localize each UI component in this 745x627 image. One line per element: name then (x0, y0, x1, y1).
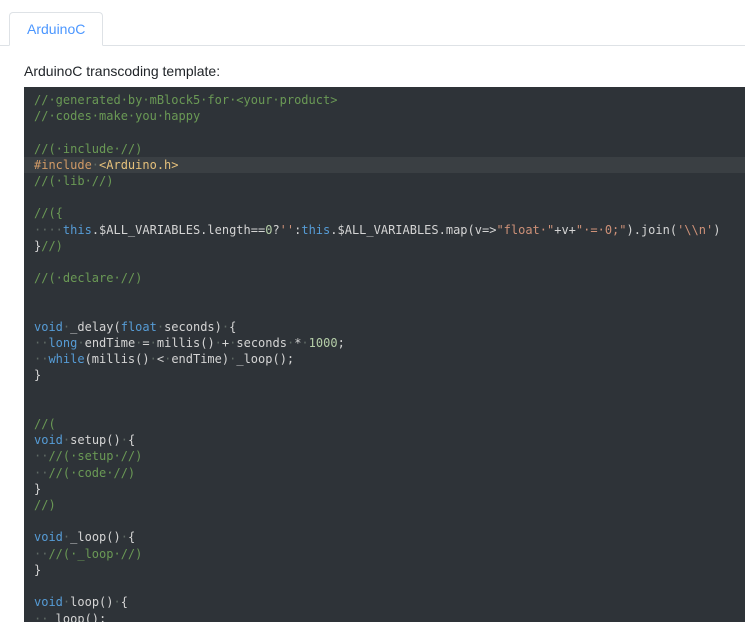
code-line: void·_loop()·{ (34, 530, 136, 545)
code-line: void·_delay(float·seconds)·{ (34, 319, 237, 334)
code-line: //( (34, 417, 56, 432)
code-line: //) (34, 498, 56, 513)
code-line: ··long·endTime·=·millis()·+·seconds·*·10… (34, 336, 345, 351)
main-content: ArduinoC transcoding template: //·genera… (0, 46, 745, 622)
code-line: void·loop()·{ (34, 595, 128, 610)
tab-bar: ArduinoC (0, 0, 745, 46)
tab-arduinoc-label: ArduinoC (27, 21, 86, 37)
code-line: } (34, 481, 42, 496)
page: ArduinoC ArduinoC transcoding template: … (0, 0, 745, 622)
code-line: void·setup()·{ (34, 433, 136, 448)
code-line: //({ (34, 206, 63, 221)
code-line: }//) (34, 238, 63, 253)
code-line: ··//(·_loop·//) (34, 546, 143, 561)
code-line: //(·lib·//) (34, 174, 114, 189)
code-editor[interactable]: //·generated·by·mBlock5·for·<your·produc… (24, 87, 745, 622)
code-line: //·codes·make·you·happy (34, 109, 201, 124)
code-line: //(·declare·//) (34, 271, 143, 286)
code-line: } (34, 368, 42, 383)
code-line: ····this.$ALL_VARIABLES.length==0?'':thi… (34, 222, 721, 237)
code-line: ··while(millis()·<·endTime)·_loop(); (34, 352, 295, 367)
code-line: //·generated·by·mBlock5·for·<your·produc… (34, 93, 338, 107)
code-line: ··//(·setup·//) (34, 449, 143, 464)
tab-arduinoc[interactable]: ArduinoC (9, 12, 104, 46)
template-section-title: ArduinoC transcoding template: (24, 63, 221, 79)
code-line: ··//(·code·//) (34, 465, 136, 480)
code-line: } (34, 562, 42, 577)
code-line: #include·<Arduino.h> (24, 156, 745, 174)
code-line: ··_loop(); (34, 611, 107, 623)
code-line: //(·include·//) (34, 141, 143, 156)
